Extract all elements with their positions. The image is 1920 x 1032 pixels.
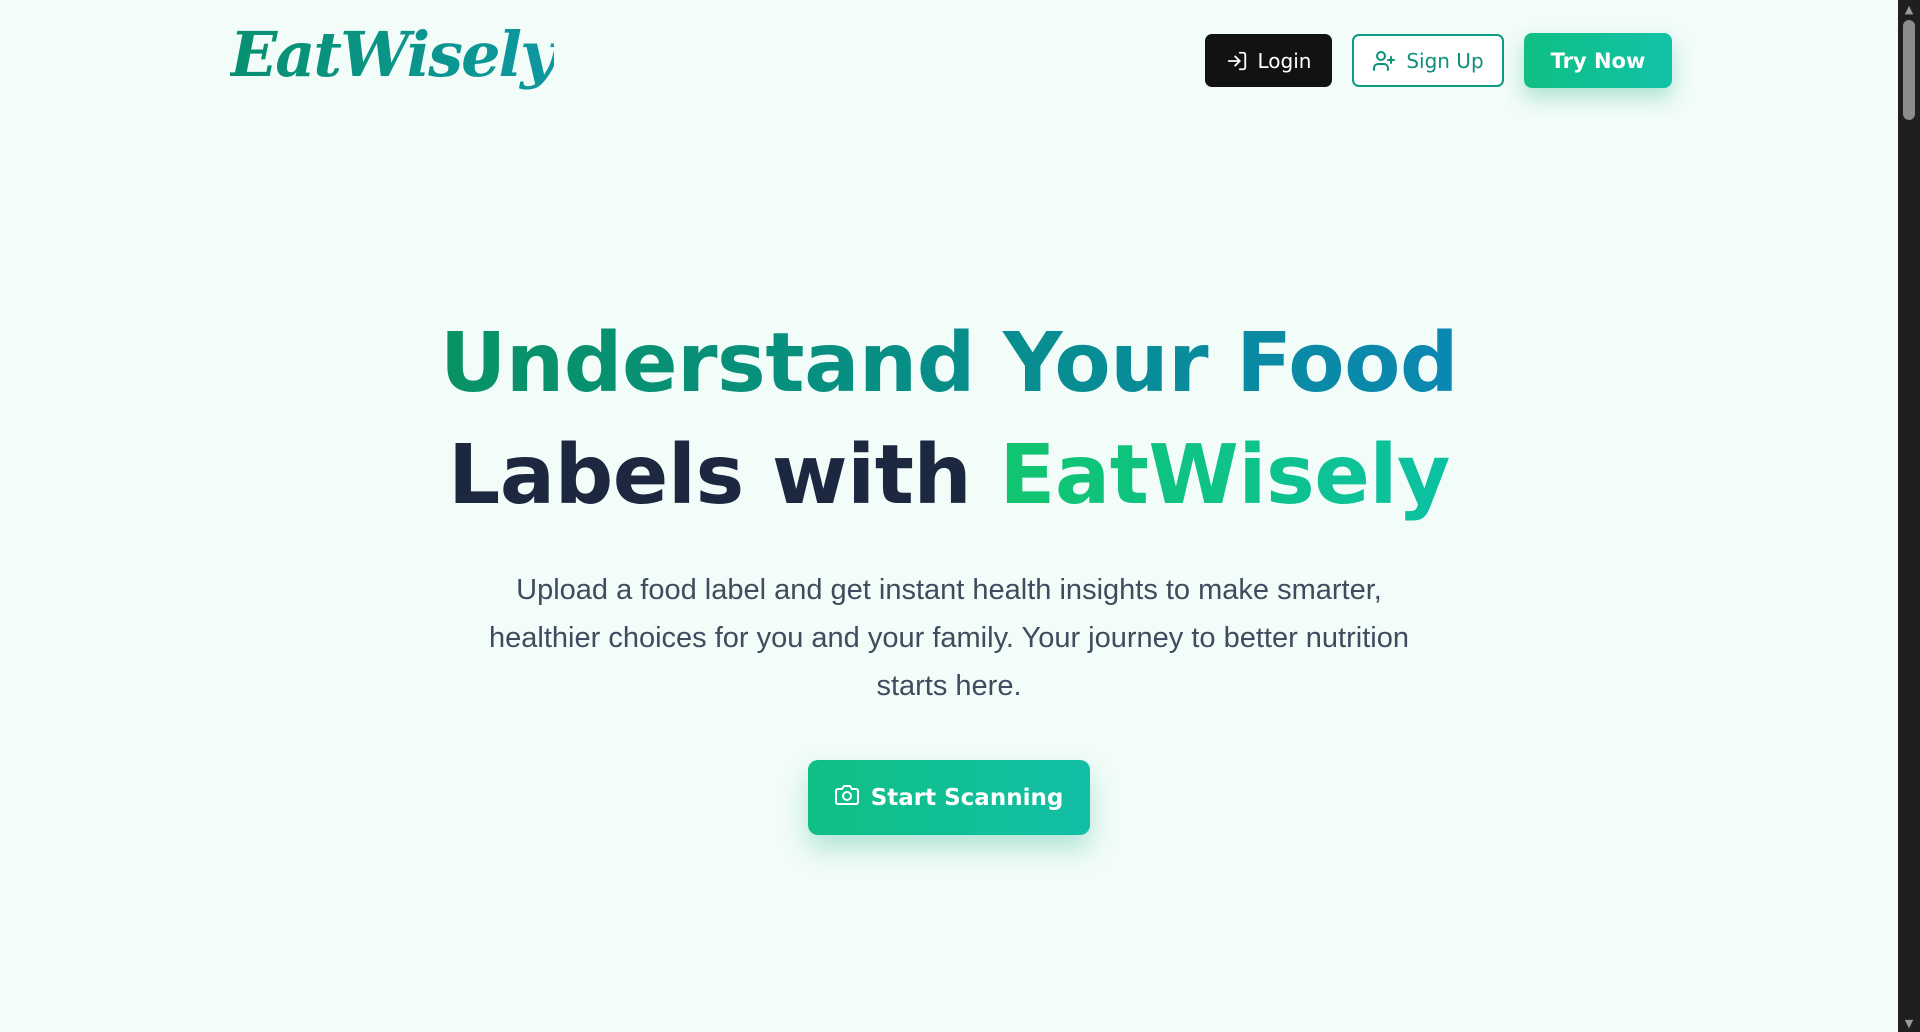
hero-subtitle: Upload a food label and get instant heal… <box>489 574 1409 702</box>
hero-section: Understand Your Food Labels with EatWise… <box>0 308 1898 835</box>
scroll-down-icon[interactable]: ▼ <box>1898 1014 1920 1032</box>
headline-brand: EatWisely <box>999 428 1450 523</box>
landing-page: EatWisely Login Sign Up Try Now Understa… <box>0 0 1920 1032</box>
scrollbar-thumb[interactable] <box>1903 20 1915 120</box>
camera-icon <box>834 783 859 813</box>
brand-logo[interactable]: EatWisely <box>230 18 556 92</box>
headline-line2: Labels with <box>448 428 972 523</box>
cta-label: Start Scanning <box>870 784 1064 811</box>
login-label: Login <box>1257 48 1312 73</box>
login-button[interactable]: Login <box>1205 34 1332 87</box>
headline-line1: Understand Your Food <box>439 316 1459 411</box>
signup-label: Sign Up <box>1406 48 1484 73</box>
vertical-scrollbar[interactable]: ▲ ▼ <box>1898 0 1920 1032</box>
login-arrow-icon <box>1226 50 1248 72</box>
signup-button[interactable]: Sign Up <box>1352 34 1504 87</box>
try-now-button[interactable]: Try Now <box>1524 33 1672 88</box>
scroll-up-icon[interactable]: ▲ <box>1898 0 1920 18</box>
start-scanning-button[interactable]: Start Scanning <box>808 760 1090 835</box>
header-nav: Login Sign Up Try Now <box>1205 33 1672 88</box>
hero-headline: Understand Your Food Labels with EatWise… <box>0 308 1898 532</box>
user-plus-icon <box>1372 49 1396 73</box>
